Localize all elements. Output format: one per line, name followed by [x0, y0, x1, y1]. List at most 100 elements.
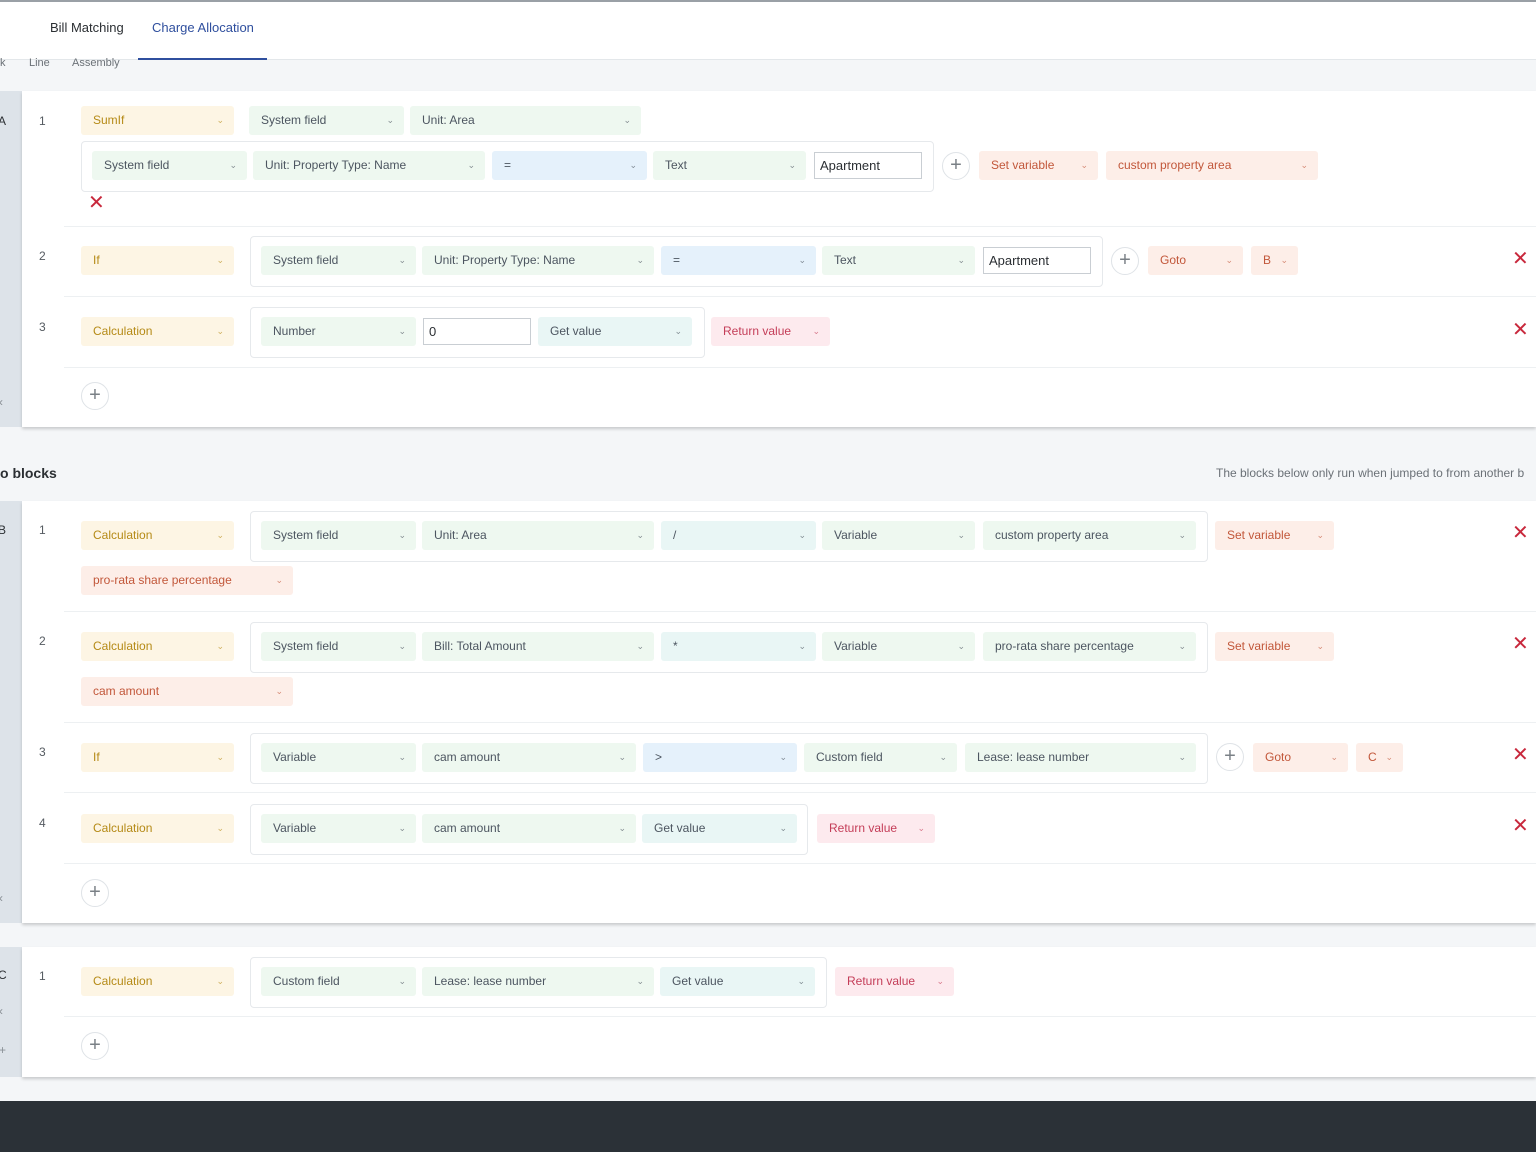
subtab-line[interactable]: Line — [29, 57, 50, 69]
delete-row-icon[interactable]: ✕ — [1512, 634, 1529, 654]
add-condition-icon[interactable]: + — [942, 152, 970, 180]
step-type-select[interactable]: Calculation ⌄ — [81, 317, 234, 346]
subtab-partial[interactable]: k — [0, 57, 6, 69]
step-type-label: Calculation — [93, 324, 153, 338]
operation-select[interactable]: Get value ⌄ — [660, 967, 815, 996]
action-select[interactable]: Set variable ⌄ — [979, 151, 1098, 180]
value-input[interactable]: Apartment — [814, 152, 922, 179]
delete-row-icon[interactable]: ✕ — [1512, 816, 1529, 836]
tab-bill-matching[interactable]: Bill Matching — [50, 20, 124, 35]
condition-field-select[interactable]: cam amount ⌄ — [422, 743, 636, 772]
block-b-collapse-icon[interactable]: ‹ — [0, 891, 3, 905]
result-action-select[interactable]: Return value ⌄ — [817, 814, 935, 843]
step-type-label: Calculation — [93, 639, 153, 653]
add-step-icon[interactable]: + — [81, 879, 109, 907]
operand-field-select[interactable]: Lease: lease number ⌄ — [422, 967, 654, 996]
value-input[interactable]: Apartment — [983, 247, 1091, 274]
operand-source-label: Custom field — [273, 974, 340, 988]
result-action-label: Return value — [723, 324, 792, 338]
action-label: Goto — [1265, 750, 1292, 764]
action-select[interactable]: Set variable ⌄ — [1215, 632, 1334, 661]
operator-select[interactable]: * ⌄ — [661, 632, 816, 661]
add-condition-icon[interactable]: + — [1216, 743, 1244, 771]
block-a-strip: A ‹ — [0, 91, 22, 427]
operand-type-select[interactable]: Number ⌄ — [261, 317, 416, 346]
block-b-label: B — [0, 523, 7, 537]
operand-field-select[interactable]: cam amount ⌄ — [422, 814, 636, 843]
value-source-select[interactable]: Custom field ⌄ — [804, 743, 957, 772]
operand-source-select[interactable]: System field ⌄ — [261, 521, 416, 550]
operator-select[interactable]: / ⌄ — [661, 521, 816, 550]
action-label: Set variable — [1227, 528, 1291, 542]
operand-field-select[interactable]: Bill: Total Amount ⌄ — [422, 632, 654, 661]
action-select[interactable]: Set variable ⌄ — [1215, 521, 1334, 550]
value-field-select[interactable]: Lease: lease number ⌄ — [965, 743, 1196, 772]
action-select[interactable]: Goto ⌄ — [1253, 743, 1348, 772]
delete-row-icon[interactable]: ✕ — [1512, 523, 1529, 543]
operand-source-label: System field — [273, 528, 339, 542]
step-type-select[interactable]: Calculation ⌄ — [81, 814, 234, 843]
variable-select[interactable]: pro-rata share percentage ⌄ — [81, 566, 293, 595]
value-type-select[interactable]: Text ⌄ — [653, 151, 806, 180]
step-type-select[interactable]: If ⌄ — [81, 743, 234, 772]
value-type-select[interactable]: Text ⌄ — [822, 246, 975, 275]
operand-source-select[interactable]: Custom field ⌄ — [261, 967, 416, 996]
operator-select[interactable]: = ⌄ — [661, 246, 816, 275]
step-type-select[interactable]: Calculation ⌄ — [81, 632, 234, 661]
condition-source-select[interactable]: Variable ⌄ — [261, 743, 416, 772]
block-c-collapse-icon[interactable]: ‹ — [0, 1004, 3, 1018]
step-type-label: If — [93, 253, 100, 267]
add-step-icon[interactable]: + — [81, 1032, 109, 1060]
chevron-down-icon: ⌄ — [1330, 752, 1338, 762]
condition-source-select[interactable]: System field ⌄ — [261, 246, 416, 275]
field-select[interactable]: Unit: Area ⌄ — [410, 106, 641, 135]
chevron-down-icon: ⌄ — [798, 255, 806, 265]
remove-condition-icon[interactable]: ✕ — [88, 193, 105, 213]
operation-select[interactable]: Get value ⌄ — [538, 317, 692, 346]
variable-select[interactable]: custom property area ⌄ — [1106, 151, 1318, 180]
delete-row-icon[interactable]: ✕ — [1512, 320, 1529, 340]
step-type-select[interactable]: SumIf ⌄ — [81, 106, 234, 135]
delete-row-icon[interactable]: ✕ — [1512, 745, 1529, 765]
operand-source-select[interactable]: System field ⌄ — [261, 632, 416, 661]
operand-field-label: cam amount — [434, 821, 501, 835]
step-type-select[interactable]: Calculation ⌄ — [81, 521, 234, 550]
tab-charge-allocation[interactable]: Charge Allocation — [152, 20, 254, 35]
condition-field-select[interactable]: Unit: Property Type: Name ⌄ — [253, 151, 485, 180]
goto-block-select[interactable]: C ⌄ — [1356, 743, 1403, 772]
block-b-card — [22, 501, 1536, 923]
goto-block-select[interactable]: B ⌄ — [1251, 246, 1298, 275]
result-action-select[interactable]: Return value ⌄ — [711, 317, 830, 346]
operation-select[interactable]: Get value ⌄ — [642, 814, 797, 843]
operator-select[interactable]: = ⌄ — [492, 151, 647, 180]
variable-select[interactable]: cam amount ⌄ — [81, 677, 293, 706]
chevron-down-icon: ⌄ — [398, 641, 406, 651]
delete-row-icon[interactable]: ✕ — [1512, 249, 1529, 269]
operand2-source-select[interactable]: Variable ⌄ — [822, 521, 975, 550]
block-c-add-icon[interactable]: + — [0, 1043, 6, 1057]
result-action-select[interactable]: Return value ⌄ — [835, 967, 954, 996]
operand-field-select[interactable]: Unit: Area ⌄ — [422, 521, 654, 550]
add-condition-icon[interactable]: + — [1111, 247, 1139, 275]
action-select[interactable]: Goto ⌄ — [1148, 246, 1243, 275]
operator-select[interactable]: > ⌄ — [643, 743, 797, 772]
operand-source-select[interactable]: Variable ⌄ — [261, 814, 416, 843]
jump-blocks-note: The blocks below only run when jumped to… — [1216, 466, 1525, 480]
step-type-select[interactable]: Calculation ⌄ — [81, 967, 234, 996]
subtab-assembly[interactable]: Assembly — [72, 57, 120, 69]
condition-source-label: System field — [104, 158, 170, 172]
chevron-down-icon: ⌄ — [216, 823, 224, 833]
operand2-field-select[interactable]: pro-rata share percentage ⌄ — [983, 632, 1196, 661]
number-input[interactable]: 0 — [423, 318, 531, 345]
variable-label: pro-rata share percentage — [93, 573, 232, 587]
chevron-down-icon: ⌄ — [939, 752, 947, 762]
field-source-select[interactable]: System field ⌄ — [249, 106, 404, 135]
add-step-icon[interactable]: + — [81, 382, 109, 410]
operand2-source-select[interactable]: Variable ⌄ — [822, 632, 975, 661]
condition-field-select[interactable]: Unit: Property Type: Name ⌄ — [422, 246, 654, 275]
condition-source-select[interactable]: System field ⌄ — [92, 151, 247, 180]
value-type-label: Text — [834, 253, 857, 267]
operand2-field-select[interactable]: custom property area ⌄ — [983, 521, 1196, 550]
block-a-collapse-icon[interactable]: ‹ — [0, 395, 3, 409]
step-type-select[interactable]: If ⌄ — [81, 246, 234, 275]
